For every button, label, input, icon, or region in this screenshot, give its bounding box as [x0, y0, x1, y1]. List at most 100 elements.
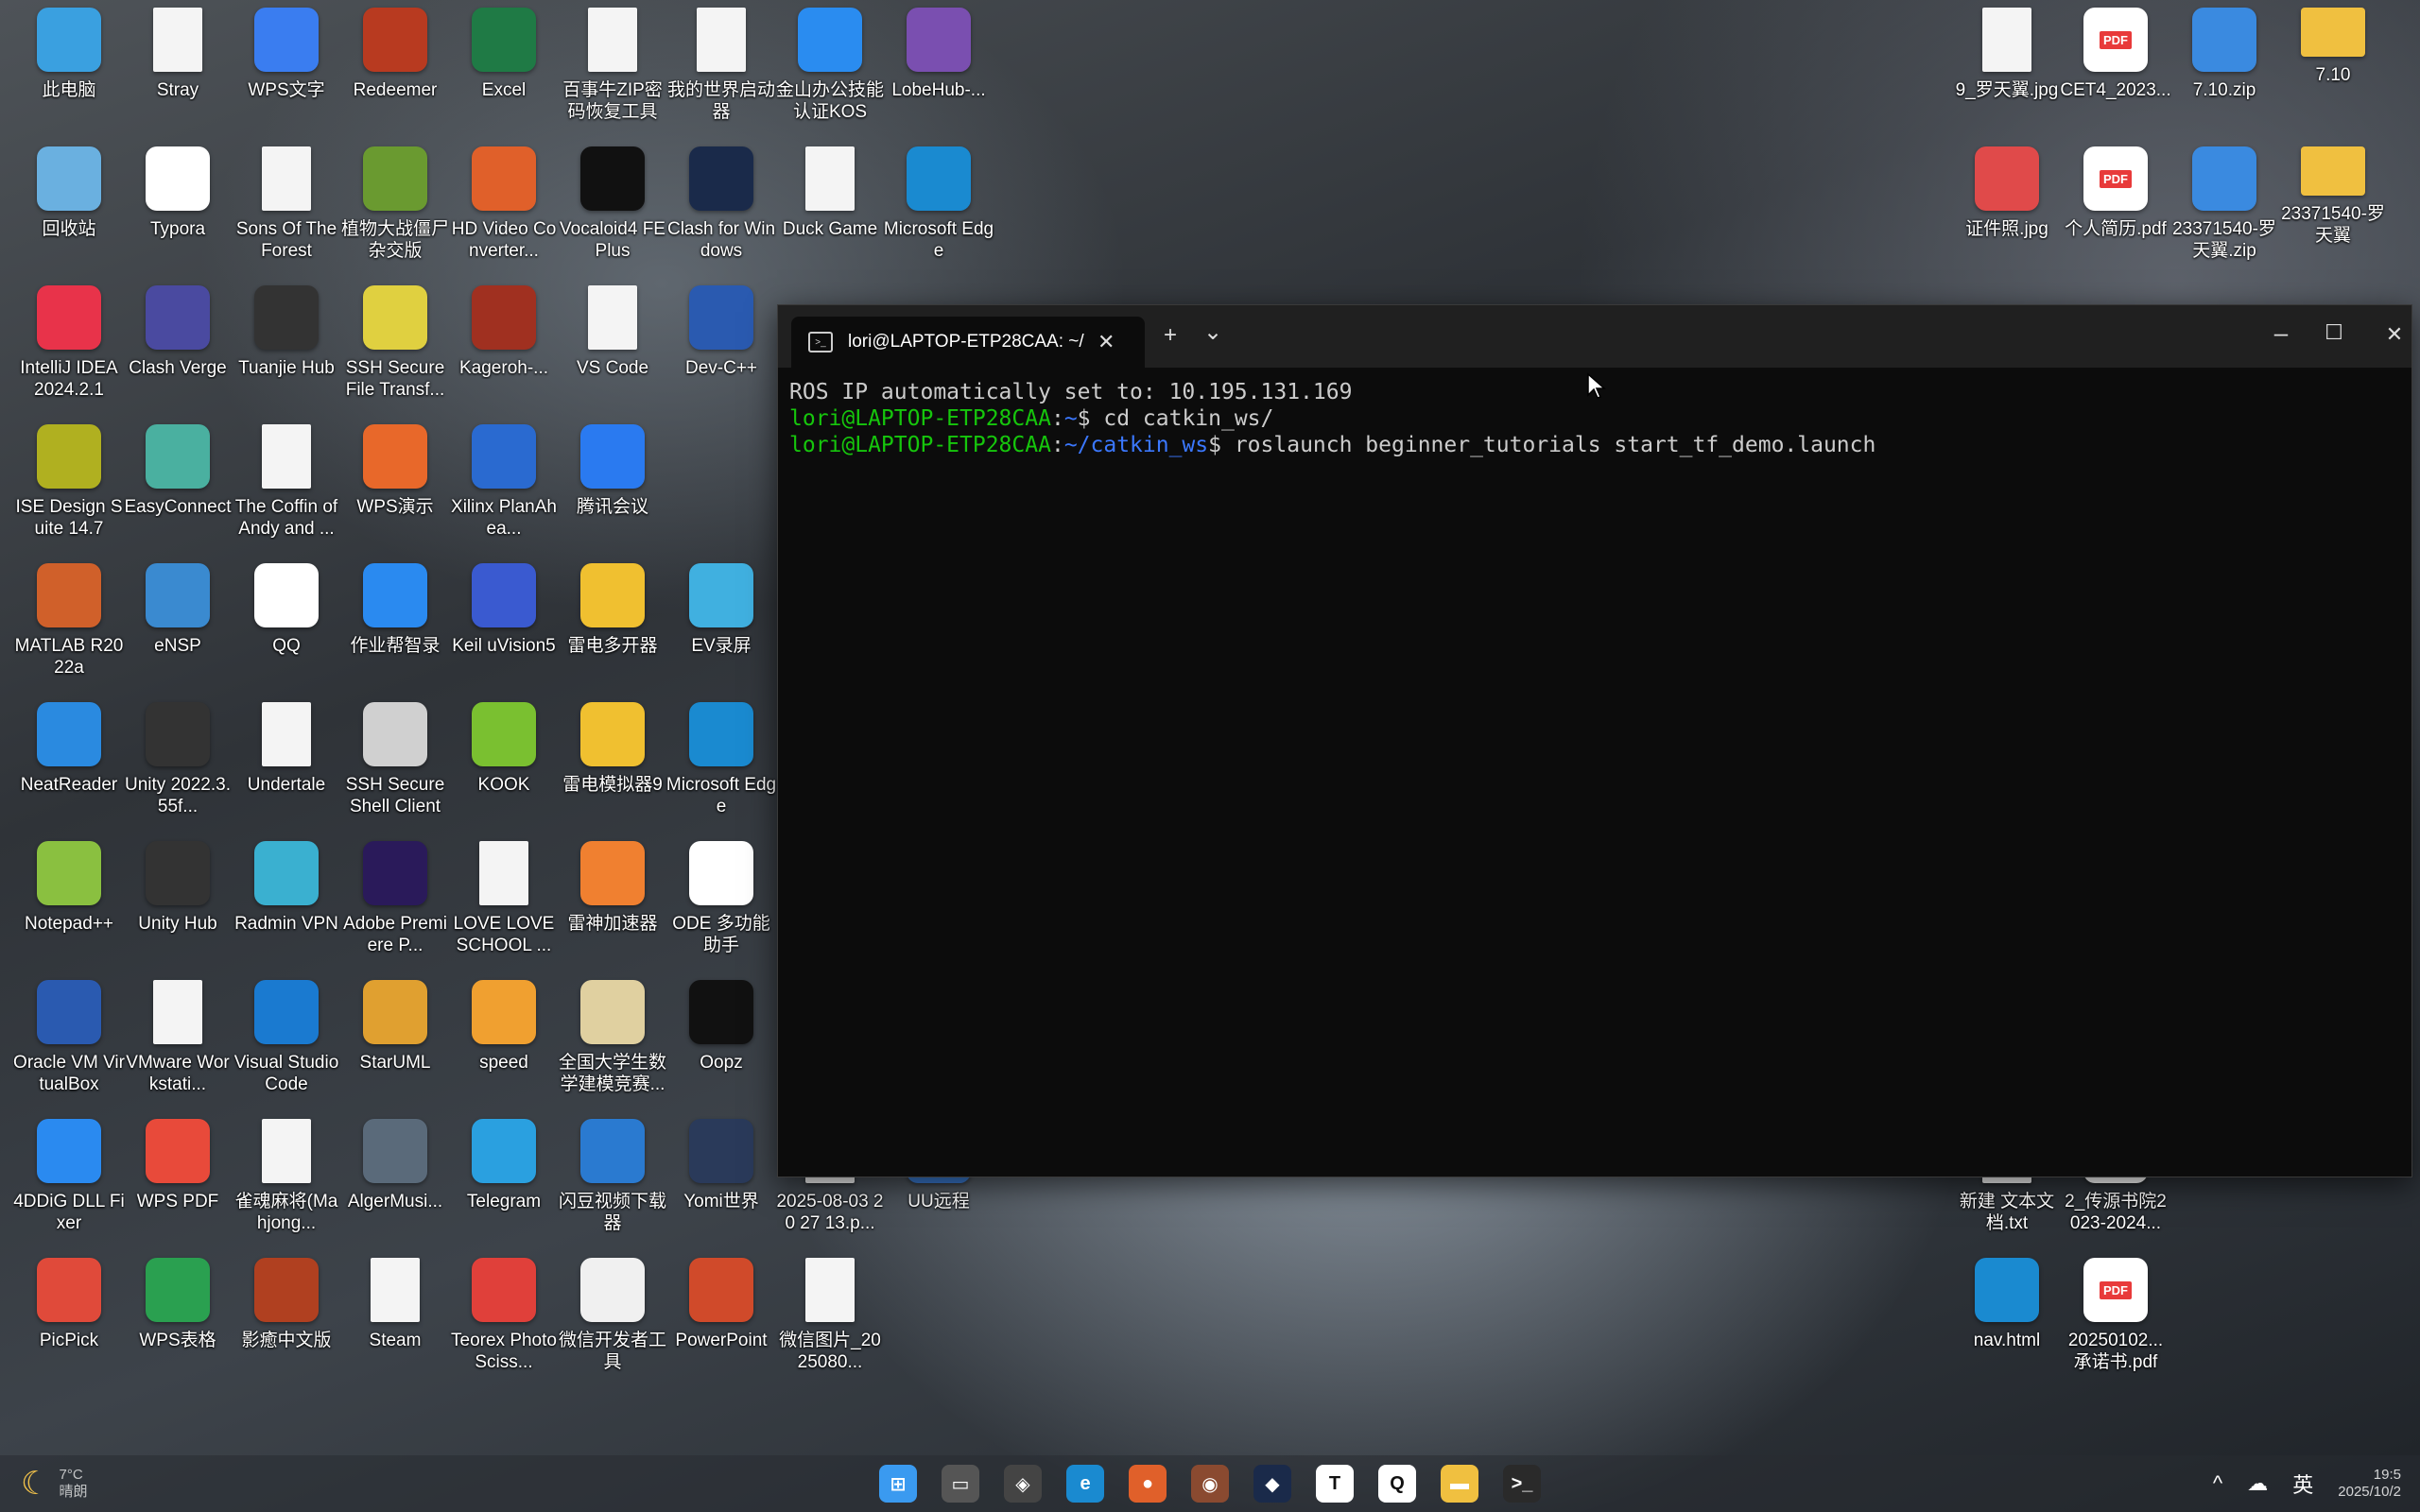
desktop-shortcut[interactable]: Keil uVision5 — [452, 563, 556, 696]
desktop-shortcut[interactable]: StarUML — [343, 980, 447, 1112]
desktop-shortcut[interactable]: 此电脑 — [17, 8, 121, 140]
desktop-shortcut[interactable]: Undertale — [234, 702, 338, 834]
desktop-shortcut[interactable]: 雷电多开器 — [561, 563, 665, 696]
desktop-shortcut[interactable]: nav.html — [1955, 1258, 2059, 1390]
desktop-shortcut[interactable]: VMware Workstati... — [126, 980, 230, 1112]
desktop-shortcut[interactable]: WPS表格 — [126, 1258, 230, 1390]
desktop-shortcut[interactable]: IntelliJ IDEA 2024.2.1 — [17, 285, 121, 418]
desktop-shortcut[interactable]: 雷电模拟器9 — [561, 702, 665, 834]
game-taskbar-icon[interactable]: ◉ — [1191, 1465, 1229, 1503]
clock[interactable]: 19:5 2025/10/2 — [2338, 1467, 2401, 1501]
recorder-taskbar-icon[interactable]: ● — [1129, 1465, 1167, 1503]
onedrive-cloud-icon[interactable]: ☁ — [2247, 1471, 2268, 1496]
desktop-shortcut[interactable]: MATLAB R2022a — [15, 563, 123, 696]
desktop-shortcut[interactable]: Sons Of The Forest — [234, 146, 338, 279]
desktop-shortcut[interactable]: Stray — [126, 8, 230, 140]
desktop-shortcut[interactable]: Radmin VPN — [234, 841, 338, 973]
edge-taskbar-icon[interactable]: e — [1066, 1465, 1104, 1503]
weather-widget[interactable]: ☾ 7°C 晴朗 — [21, 1455, 88, 1512]
desktop-shortcut[interactable]: Oopz — [669, 980, 773, 1112]
desktop-shortcut[interactable]: Vocaloid4 FE Plus — [560, 146, 666, 279]
desktop-shortcut[interactable]: Excel — [452, 8, 556, 140]
new-tab-button[interactable]: + — [1164, 322, 1177, 349]
desktop-shortcut[interactable]: Microsoft Edge — [884, 146, 994, 279]
tab-dropdown-icon[interactable]: ⌄ — [1203, 318, 1222, 346]
explorer-taskbar-icon[interactable]: ▬ — [1441, 1465, 1478, 1503]
clash-taskbar-icon[interactable]: ◆ — [1253, 1465, 1291, 1503]
maximize-button[interactable]: ☐ — [2315, 320, 2353, 345]
desktop-shortcut[interactable]: HD Video Converter... — [452, 146, 556, 279]
typora-taskbar-icon[interactable]: T — [1316, 1465, 1354, 1503]
desktop-shortcut[interactable]: eNSP — [126, 563, 230, 696]
desktop-shortcut[interactable]: Notepad++ — [17, 841, 121, 973]
desktop-shortcut[interactable]: LobeHub-... — [887, 8, 991, 140]
desktop-shortcut[interactable]: 闪豆视频下载器 — [559, 1119, 666, 1251]
desktop-shortcut[interactable]: Kageroh-... — [452, 285, 556, 418]
qq-taskbar-icon[interactable]: Q — [1378, 1465, 1416, 1503]
close-tab-icon[interactable]: ✕ — [1098, 330, 1115, 354]
desktop-shortcut[interactable]: 23371540-罗天翼.zip — [2172, 146, 2276, 279]
desktop-shortcut[interactable]: PowerPoint — [669, 1258, 773, 1390]
desktop-shortcut[interactable]: QQ — [234, 563, 338, 696]
desktop-shortcut[interactable]: speed — [452, 980, 556, 1112]
desktop-shortcut[interactable]: Duck Game — [778, 146, 882, 279]
desktop-shortcut[interactable]: SSH Secure Shell Client — [343, 702, 447, 834]
desktop-shortcut[interactable]: WPS演示 — [343, 424, 447, 557]
desktop-shortcut[interactable]: Clash for Windows — [667, 146, 775, 279]
desktop-shortcut[interactable]: Microsoft Edge — [666, 702, 776, 834]
desktop-shortcut[interactable]: 百事牛ZIP密码恢复工具 — [561, 8, 665, 140]
desktop-shortcut[interactable]: Typora — [126, 146, 230, 279]
desktop-shortcut[interactable]: Unity 2022.3.55f... — [125, 702, 231, 834]
close-window-button[interactable]: ✕ — [2376, 322, 2413, 347]
desktop-shortcut[interactable]: Steam — [343, 1258, 447, 1390]
desktop-shortcut[interactable]: 影癒中文版 — [234, 1258, 338, 1390]
desktop-shortcut[interactable]: WPS PDF — [126, 1119, 230, 1251]
desktop-shortcut[interactable]: 4DDiG DLL Fixer — [13, 1119, 125, 1251]
desktop-shortcut[interactable]: WPS文字 — [234, 8, 338, 140]
terminal-tab[interactable]: >_ lori@LAPTOP-ETP28CAA: ~/c ✕ — [791, 317, 1145, 368]
desktop-shortcut[interactable]: KOOK — [452, 702, 556, 834]
desktop-shortcut[interactable]: Visual Studio Code — [234, 980, 338, 1112]
desktop-shortcut[interactable]: SSH Secure File Transf... — [343, 285, 447, 418]
desktop-shortcut[interactable]: The Coffin of Andy and ... — [234, 424, 338, 557]
desktop-shortcut[interactable]: Adobe Premiere P... — [343, 841, 447, 973]
desktop-shortcut[interactable]: 23371540-罗天翼 — [2281, 146, 2385, 279]
desktop-shortcut[interactable]: Oracle VM VirtualBox — [13, 980, 125, 1112]
unity-taskbar-icon[interactable]: ◈ — [1004, 1465, 1042, 1503]
desktop-shortcut[interactable]: Yomi世界 — [669, 1119, 773, 1251]
desktop-shortcut[interactable]: 我的世界启动器 — [667, 8, 775, 140]
desktop-shortcut[interactable]: Tuanjie Hub — [234, 285, 338, 418]
desktop-shortcut[interactable]: PDF CET4_2023... — [2060, 8, 2171, 140]
desktop-shortcut[interactable]: 雷神加速器 — [561, 841, 665, 973]
desktop-shortcut[interactable]: 植物大战僵尸杂交版 — [341, 146, 449, 279]
start-icon[interactable]: ⊞ — [879, 1465, 917, 1503]
terminal-titlebar[interactable]: >_ lori@LAPTOP-ETP28CAA: ~/c ✕ + ⌄ – ☐ ✕ — [778, 305, 2411, 368]
desktop-shortcut[interactable]: 腾讯会议 — [561, 424, 665, 557]
desktop-shortcut[interactable]: PDF 20250102...承诺书.pdf — [2064, 1258, 2168, 1390]
minimize-button[interactable]: – — [2262, 318, 2300, 348]
desktop-shortcut[interactable]: 微信开发者工具 — [559, 1258, 666, 1390]
desktop-shortcut[interactable]: VS Code — [561, 285, 665, 418]
desktop-shortcut[interactable]: LOVE LOVE SCHOOL ... — [452, 841, 556, 973]
desktop-shortcut[interactable]: 7.10 — [2281, 8, 2385, 140]
desktop-shortcut[interactable]: Clash Verge — [126, 285, 230, 418]
desktop-shortcut[interactable]: NeatReader — [17, 702, 121, 834]
desktop-shortcut[interactable]: EasyConnect — [124, 424, 232, 557]
desktop-shortcut[interactable]: 金山办公技能认证KOS — [776, 8, 884, 140]
desktop-shortcut[interactable]: 微信图片_2025080... — [778, 1258, 882, 1390]
desktop-shortcut[interactable]: ISE Design Suite 14.7 — [16, 424, 123, 557]
desktop-shortcut[interactable]: 证件照.jpg — [1955, 146, 2059, 279]
desktop-shortcut[interactable]: 7.10.zip — [2172, 8, 2276, 140]
desktop-shortcut[interactable]: Teorex PhotoSciss... — [451, 1258, 557, 1390]
show-hidden-icons-chevron[interactable]: ^ — [2213, 1471, 2222, 1496]
desktop-shortcut[interactable]: 雀魂麻将(Mahjong... — [234, 1119, 338, 1251]
desktop-shortcut[interactable]: 全国大学生数学建模竞赛... — [559, 980, 666, 1112]
desktop-shortcut[interactable]: Dev-C++ — [669, 285, 773, 418]
desktop-shortcut[interactable]: 回收站 — [17, 146, 121, 279]
desktop-shortcut[interactable]: ODE 多功能助手 — [669, 841, 773, 973]
desktop-shortcut[interactable]: AlgerMusi... — [343, 1119, 447, 1251]
desktop-shortcut[interactable]: PDF 个人简历.pdf — [2064, 146, 2168, 279]
desktop-shortcut[interactable]: 作业帮智录 — [343, 563, 447, 696]
terminal-taskbar-icon[interactable]: >_ — [1503, 1465, 1541, 1503]
terminal-window[interactable]: >_ lori@LAPTOP-ETP28CAA: ~/c ✕ + ⌄ – ☐ ✕… — [777, 304, 2412, 1177]
